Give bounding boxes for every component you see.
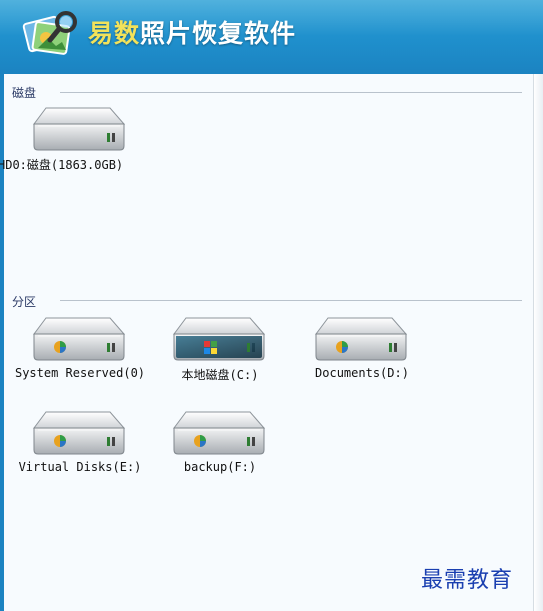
partition-label: Virtual Disks(E:) <box>18 460 142 474</box>
partition-drive-icon <box>33 411 125 455</box>
partition-drive-icon <box>33 317 125 361</box>
partition-label: System Reserved(0) <box>14 366 146 380</box>
windows-system-drive-icon <box>173 317 265 361</box>
partition-drive-icon <box>173 411 265 455</box>
app-title-accent: 易数 <box>88 19 141 48</box>
app-header: 易数照片恢复软件 <box>0 0 543 74</box>
disk-item-hd0[interactable]: HD0:磁盘(1863.0GB) <box>0 102 150 182</box>
partition-drive-icon <box>315 317 407 361</box>
partition-label: Documents(D:) <box>315 366 409 380</box>
partition-item-e[interactable]: Virtual Disks(E:) <box>10 406 150 486</box>
partition-item-f[interactable]: backup(F:) <box>150 406 290 486</box>
hard-disk-icon <box>33 107 125 151</box>
app-logo-icon <box>22 11 77 55</box>
section-divider-partitions <box>60 300 522 301</box>
section-label-partitions: 分区 <box>12 295 37 309</box>
app-title: 易数照片恢复软件 <box>88 14 296 50</box>
panel-scroll-edge <box>533 74 543 611</box>
disk-label: HD0:磁盘(1863.0GB) <box>0 158 124 172</box>
section-divider-disks <box>60 92 522 93</box>
partition-label: backup(F:) <box>183 460 257 474</box>
watermark-text: 最需教育 <box>421 568 514 593</box>
partition-item-d[interactable]: Documents(D:) <box>292 312 432 392</box>
partition-item-c[interactable]: 本地磁盘(C:) <box>150 312 290 392</box>
partition-item-system-reserved[interactable]: System Reserved(0) <box>10 312 150 392</box>
section-label-disks: 磁盘 <box>12 86 37 100</box>
app-title-rest: 照片恢复软件 <box>140 19 297 48</box>
partition-label: 本地磁盘(C:) <box>181 368 259 382</box>
